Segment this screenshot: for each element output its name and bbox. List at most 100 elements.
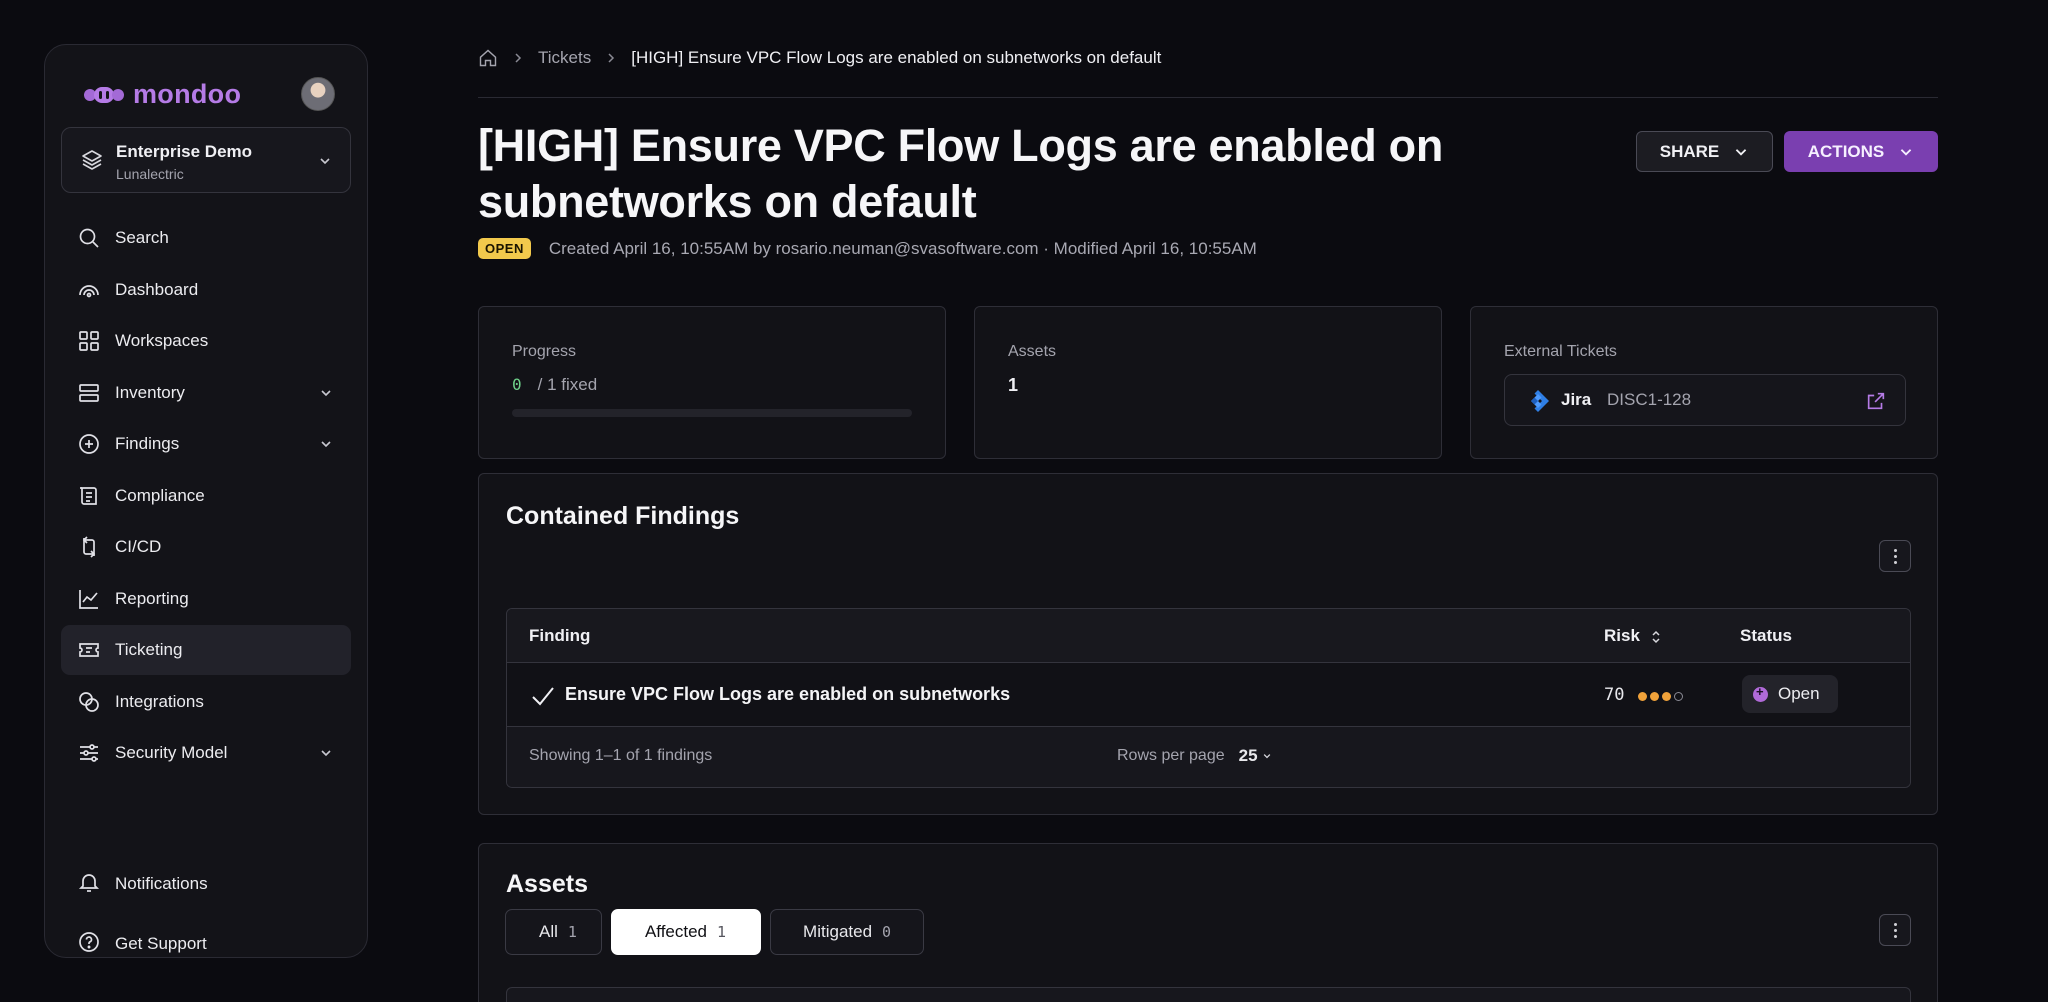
open-status-icon [1753,684,1768,702]
findings-table: Finding Risk Status Ensure VPC Flow Logs… [506,608,1911,788]
more-options-button[interactable] [1879,914,1911,946]
progress-total: / 1 fixed [537,375,598,394]
asset-filter-tabs: All 1 Affected 1 Mitigated 0 [505,909,925,955]
tab-mitigated[interactable]: Mitigated 0 [770,909,925,955]
rows-per-page-select[interactable]: 25 [1239,746,1272,766]
risk-score: 70 [1604,685,1625,705]
tab-count: 1 [717,923,727,941]
table-footer: Showing 1–1 of 1 findings Rows per page … [507,727,1910,787]
nav-item-cicd[interactable]: CI/CD [61,522,351,572]
nav-item-ticketing[interactable]: Ticketing [61,625,351,675]
findings-icon [79,434,99,454]
nav-item-compliance[interactable]: Compliance [61,471,351,521]
ticket-meta-text: Created April 16, 10:55AM by rosario.neu… [548,238,1257,258]
tab-label: Affected [644,922,708,941]
nav-item-inventory[interactable]: Inventory [61,368,351,418]
progress-fixed-count: 0 [512,375,522,394]
nav-label: Get Support [115,934,207,953]
share-button[interactable]: SHARE [1636,131,1773,172]
chevron-right-icon [515,53,522,63]
actions-button-label: ACTIONS [1807,141,1885,161]
chevron-down-icon [1736,148,1747,156]
rows-per-page-value: 25 [1238,746,1258,765]
page-title: [HIGH] Ensure VPC Flow Logs are enabled … [478,120,1444,227]
compliance-icon [80,486,97,505]
section-title: Assets [506,870,588,898]
pagination-summary: Showing 1–1 of 1 findings [529,747,713,764]
nav-item-workspaces[interactable]: Workspaces [61,316,351,366]
nav-label: Ticketing [115,640,183,659]
breadcrumb-tickets[interactable]: Tickets [538,48,591,68]
nav-label: Compliance [115,485,205,505]
nav-label: Dashboard [115,279,199,299]
risk-dot [1638,692,1647,701]
secondary-nav: Notifications Get Support [61,857,351,977]
integrations-icon [79,691,99,712]
user-avatar[interactable] [301,77,335,111]
more-options-button[interactable] [1879,540,1911,572]
assets-panel: Assets All 1 Affected 1 Mitigated 0 [478,843,1938,1002]
nav-label: Workspaces [115,331,209,350]
divider [478,97,1938,98]
nav-label: Integrations [115,691,204,711]
nav-item-dashboard[interactable]: Dashboard [61,265,351,315]
chevron-down-icon [321,389,331,396]
tab-all[interactable]: All 1 [505,909,602,955]
kebab-icon [1893,921,1897,939]
chevron-down-icon [1263,754,1270,759]
nav-label: Findings [115,434,180,453]
dashboard-icon [79,284,99,297]
chevron-right-icon [608,53,615,63]
nav-item-integrations[interactable]: Integrations [61,677,351,727]
progress-bar [512,409,912,417]
share-button-label: SHARE [1659,141,1720,161]
breadcrumb: Tickets [HIGH] Ensure VPC Flow Logs are … [478,48,1161,68]
finding-name[interactable]: Ensure VPC Flow Logs are enabled on subn… [565,684,1010,705]
cicd-icon [82,536,96,558]
main-nav: Search Dashboard Workspaces Inventory Fi… [61,213,351,780]
sort-icon[interactable] [1650,629,1662,645]
logo-mark-icon [83,84,125,106]
app-root: mondoo Enterprise Demo Lunalectric Searc… [0,0,2048,1002]
workspaces-icon [79,331,99,351]
nav-label: Reporting [115,588,189,608]
actions-button[interactable]: ACTIONS [1784,131,1938,172]
logo-text: mondoo [133,79,242,109]
nav-item-notifications[interactable]: Notifications [61,857,351,911]
rows-per-page-label: Rows per page [1117,747,1225,764]
jira-ticket-link[interactable]: Jira DISC1-128 [1504,374,1906,426]
assets-card: Assets 1 [974,306,1442,459]
logo[interactable]: mondoo [83,79,241,110]
breadcrumb-current: [HIGH] Ensure VPC Flow Logs are enabled … [631,48,1162,67]
home-icon[interactable] [478,48,498,68]
progress-card: Progress 0 / 1 fixed [478,306,946,459]
nav-item-get-support[interactable]: Get Support [61,917,351,971]
column-risk[interactable]: Risk [1604,626,1640,646]
nav-item-reporting[interactable]: Reporting [61,574,351,624]
nav-item-security-model[interactable]: Security Model [61,728,351,778]
check-icon [532,687,554,706]
nav-item-search[interactable]: Search [61,213,351,263]
status-text: Open [1778,684,1820,703]
jira-label: Jira [1561,390,1592,409]
external-link-icon[interactable] [1865,390,1887,412]
nav-item-findings[interactable]: Findings [61,419,351,469]
table-row[interactable]: Ensure VPC Flow Logs are enabled on subn… [507,663,1910,727]
external-tickets-label: External Tickets [1504,343,1617,360]
org-space: Lunalectric [116,166,184,182]
status-badge: OPEN [478,238,531,259]
org-name: Enterprise Demo [116,142,253,161]
risk-dot [1650,692,1659,701]
column-finding[interactable]: Finding [529,626,590,646]
tab-count: 0 [882,923,892,941]
risk-level-indicator [1638,692,1683,701]
assets-table [506,987,1911,1002]
chevron-down-icon [320,158,330,165]
chevron-down-icon [321,750,331,757]
tab-affected[interactable]: Affected 1 [610,909,762,955]
org-switcher[interactable]: Enterprise Demo Lunalectric [61,127,351,193]
ticketing-icon [79,643,99,657]
progress-label: Progress [512,343,577,360]
jira-ticket-key: DISC1-128 [1607,390,1692,409]
sidebar: mondoo Enterprise Demo Lunalectric Searc… [44,44,368,958]
